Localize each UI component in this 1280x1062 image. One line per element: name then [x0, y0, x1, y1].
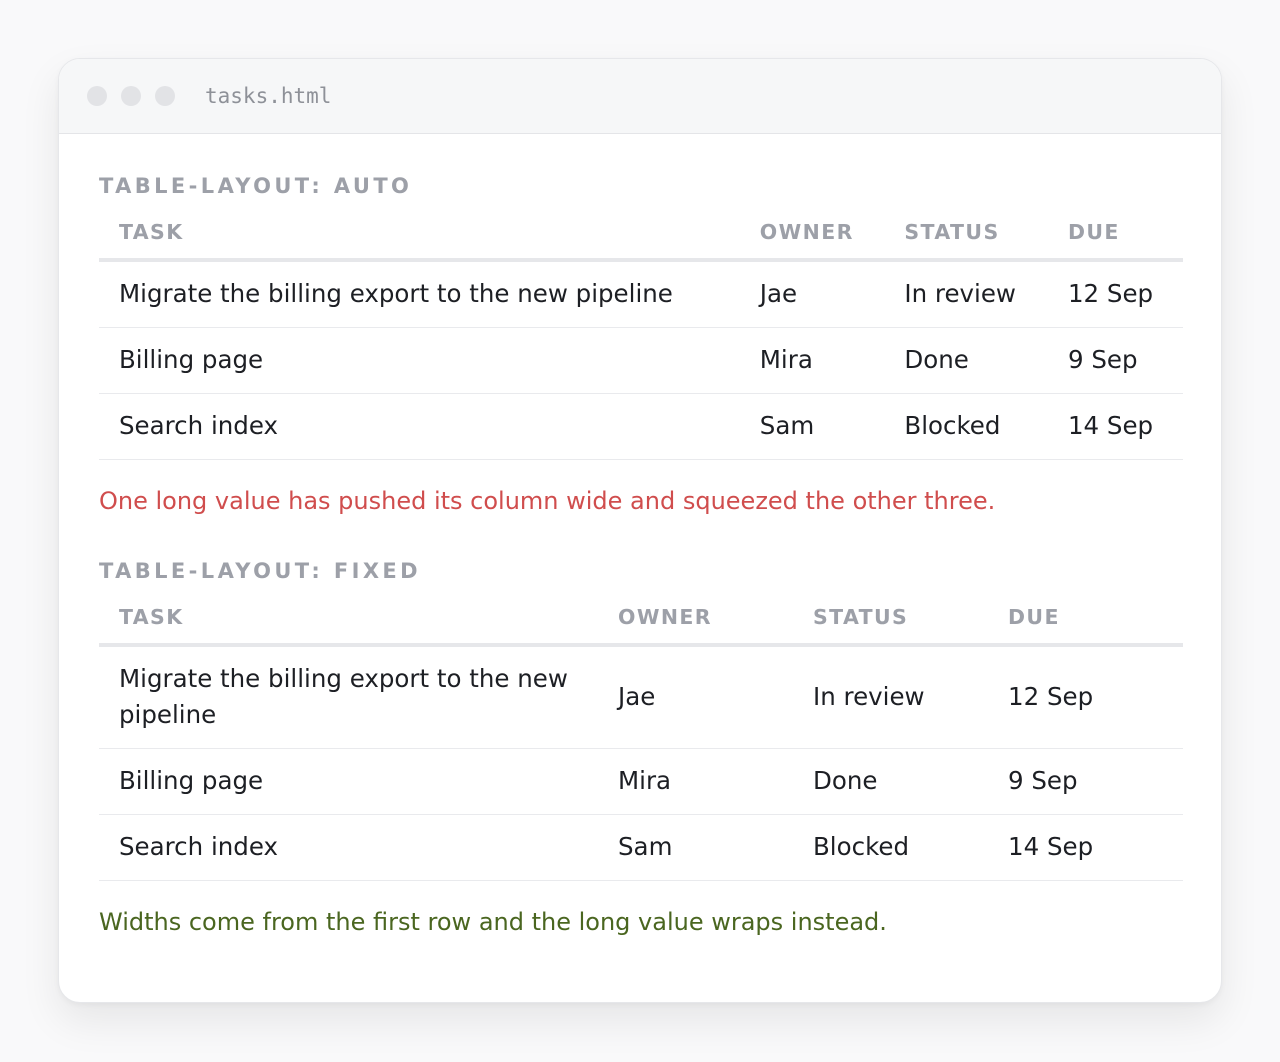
- status-cell: Blocked: [884, 393, 1048, 460]
- due-cell: 14 Sep: [1047, 393, 1183, 460]
- status-cell: Done: [793, 748, 988, 815]
- task-cell: Search index: [99, 814, 598, 881]
- status-cell: In review: [793, 645, 988, 749]
- task-cell: Migrate the billing export to the new pi…: [99, 645, 598, 749]
- owner-cell: Sam: [598, 814, 793, 881]
- task-cell: Search index: [99, 393, 740, 460]
- due-cell: 9 Sep: [988, 748, 1183, 815]
- table-row: Migrate the billing export to the new pi…: [99, 260, 1183, 328]
- fixed-section-title: TABLE-LAYOUT: FIXED: [99, 559, 421, 583]
- owner-cell: Jae: [598, 645, 793, 749]
- task-cell: Billing page: [99, 327, 740, 394]
- auto-layout-table: TASK OWNER STATUS DUE Migrate the billin…: [99, 220, 1183, 460]
- browser-window: tasks.html TABLE-LAYOUT: AUTO TASK OWNER…: [58, 58, 1222, 1003]
- table-header-row: TASK OWNER STATUS DUE: [99, 220, 1183, 262]
- owner-cell: Jae: [739, 260, 885, 328]
- status-cell: Blocked: [793, 814, 988, 881]
- window-minimize-dot[interactable]: [121, 86, 141, 106]
- due-cell: 12 Sep: [1047, 260, 1183, 328]
- window-maximize-dot[interactable]: [155, 86, 175, 106]
- task-cell: Billing page: [99, 748, 598, 815]
- column-header-owner: OWNER: [598, 605, 793, 647]
- due-cell: 12 Sep: [988, 645, 1183, 749]
- table-row: Billing page Mira Done 9 Sep: [99, 748, 1183, 815]
- column-header-owner: OWNER: [739, 220, 885, 262]
- due-cell: 9 Sep: [1047, 327, 1183, 394]
- column-header-status: STATUS: [793, 605, 988, 647]
- table-row: Migrate the billing export to the new pi…: [99, 645, 1183, 749]
- task-cell: Migrate the billing export to the new pi…: [99, 260, 740, 328]
- owner-cell: Mira: [739, 327, 885, 394]
- table-row: Search index Sam Blocked 14 Sep: [99, 814, 1183, 881]
- window-titlebar: tasks.html: [59, 59, 1221, 134]
- column-header-status: STATUS: [884, 220, 1048, 262]
- owner-cell: Sam: [739, 393, 885, 460]
- table-header-row: TASK OWNER STATUS DUE: [99, 605, 1183, 647]
- window-file-name: tasks.html: [205, 84, 332, 108]
- fixed-layout-table: TASK OWNER STATUS DUE Migrate the billin…: [99, 605, 1183, 881]
- status-cell: In review: [884, 260, 1048, 328]
- page-content: TABLE-LAYOUT: AUTO TASK OWNER STATUS DUE…: [59, 134, 1221, 938]
- auto-section-title: TABLE-LAYOUT: AUTO: [99, 174, 413, 198]
- column-header-due: DUE: [988, 605, 1183, 647]
- auto-section-note: One long value has pushed its column wid…: [99, 487, 996, 515]
- table-row: Billing page Mira Done 9 Sep: [99, 327, 1183, 394]
- fixed-section-note: Widths come from the first row and the l…: [99, 908, 887, 936]
- table-row: Search index Sam Blocked 14 Sep: [99, 393, 1183, 460]
- due-cell: 14 Sep: [988, 814, 1183, 881]
- owner-cell: Mira: [598, 748, 793, 815]
- window-close-dot[interactable]: [87, 86, 107, 106]
- status-cell: Done: [884, 327, 1048, 394]
- column-header-due: DUE: [1047, 220, 1183, 262]
- column-header-task: TASK: [99, 220, 740, 262]
- column-header-task: TASK: [99, 605, 598, 647]
